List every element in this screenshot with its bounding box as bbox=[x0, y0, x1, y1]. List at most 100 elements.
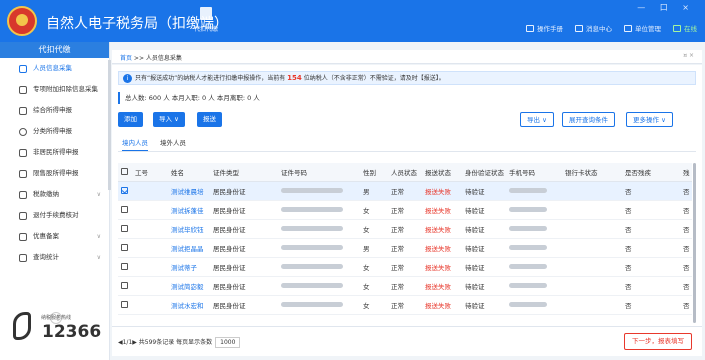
notice-count: 154 bbox=[287, 74, 302, 82]
app-header: 自然人电子税务局（扣缴端） 代扣代缴 — 口 × 操作手册 消息中心 单位管理 … bbox=[0, 0, 705, 42]
breadcrumb-home[interactable]: 首页 bbox=[120, 55, 132, 62]
row-phone-redacted bbox=[506, 257, 562, 277]
row-checkbox[interactable] bbox=[118, 295, 132, 315]
col-id-number[interactable]: 证件号码 bbox=[278, 163, 360, 182]
sidebar-scrollbar[interactable] bbox=[108, 60, 111, 190]
table-row[interactable]: 测试拒晶晶 居民身份证 男 正常 报送失败 待验证 否 否 bbox=[118, 238, 692, 258]
table-row[interactable]: 测试蒂子 居民身份证 女 正常 报送失败 待验证 否 否 bbox=[118, 257, 692, 277]
next-step-button[interactable]: 下一步，报表填写 bbox=[624, 333, 692, 350]
tab-domestic[interactable]: 境内人员 bbox=[122, 137, 148, 151]
row-name[interactable]: 测试毕欣钰 bbox=[168, 219, 210, 239]
grid-icon bbox=[19, 86, 27, 94]
col-person-status[interactable]: 人员状态 bbox=[388, 163, 422, 182]
sidebar-item-query-stats[interactable]: 查询统计 ∨ bbox=[0, 247, 109, 268]
online-status[interactable]: 在线 bbox=[673, 23, 697, 33]
table-row[interactable]: 测试水宏和 居民身份证 女 正常 报送失败 待验证 否 否 bbox=[118, 295, 692, 315]
table-row[interactable]: 测试毕欣钰 居民身份证 女 正常 报送失败 待验证 否 否 bbox=[118, 219, 692, 239]
table-row[interactable]: 测试维晨培 居民身份证 男 正常 报送失败 待验证 否 否 bbox=[118, 181, 692, 201]
row-phone-redacted bbox=[506, 295, 562, 315]
sidebar: 代扣代缴 人员信息采集 专项附加扣除信息采集 综合所得申报 分类所得申报 非居民… bbox=[0, 42, 110, 360]
sidebar-header: 代扣代缴 bbox=[0, 42, 109, 58]
sidebar-item-preferential-filing[interactable]: 优惠备案 ∨ bbox=[0, 226, 109, 247]
row-name[interactable]: 测试拒晶晶 bbox=[168, 238, 210, 258]
manual-button[interactable]: 操作手册 bbox=[526, 23, 563, 33]
row-id-type: 居民身份证 bbox=[210, 257, 278, 277]
row-person-status: 正常 bbox=[388, 238, 422, 258]
close-tab-icon[interactable]: ¤ × bbox=[683, 52, 694, 59]
window-controls[interactable]: — 口 × bbox=[637, 2, 695, 13]
col-id-type[interactable]: 证件类型 bbox=[210, 163, 278, 182]
col-gender[interactable]: 性别 bbox=[360, 163, 388, 182]
col-submit-status[interactable]: 报送状态 bbox=[422, 163, 462, 182]
sidebar-item-comprehensive-income[interactable]: 综合所得申报 bbox=[0, 100, 109, 121]
row-checkbox[interactable] bbox=[118, 219, 132, 239]
row-gender: 女 bbox=[360, 257, 388, 277]
row-checkbox[interactable] bbox=[118, 276, 132, 296]
messages-button[interactable]: 消息中心 bbox=[575, 23, 612, 33]
col-martyr[interactable]: 残 bbox=[680, 163, 692, 182]
col-bank-status[interactable]: 银行卡状态 bbox=[562, 163, 622, 182]
sidebar-item-refund-fee[interactable]: 退付手续费核对 bbox=[0, 205, 109, 226]
mail-icon bbox=[575, 24, 583, 32]
sidebar-item-restricted-stock[interactable]: 限售股所得申报 bbox=[0, 163, 109, 184]
row-name[interactable]: 测试维晨培 bbox=[168, 181, 210, 201]
col-verify-status[interactable]: 身份验证状态 bbox=[462, 163, 506, 182]
bar-chart-icon bbox=[19, 170, 27, 178]
col-phone[interactable]: 手机号码 bbox=[506, 163, 562, 182]
table-scrollbar[interactable] bbox=[693, 163, 696, 323]
import-button[interactable]: 导入 ∨ bbox=[153, 112, 185, 127]
open-query-button[interactable]: 展开查询条件 bbox=[562, 112, 615, 127]
row-id-number-redacted bbox=[278, 238, 360, 258]
unit-management-button[interactable]: 单位管理 bbox=[624, 23, 661, 33]
sidebar-item-special-deduction[interactable]: 专项附加扣除信息采集 bbox=[0, 79, 109, 100]
table-row[interactable]: 测试拆蓬佳 居民身份证 女 正常 报送失败 待验证 否 否 bbox=[118, 200, 692, 220]
export-button[interactable]: 导出 ∨ bbox=[520, 112, 554, 127]
row-gender: 男 bbox=[360, 181, 388, 201]
tab-withholding[interactable]: 代扣代缴 bbox=[186, 5, 226, 39]
select-all-checkbox[interactable] bbox=[118, 163, 132, 182]
info-icon: i bbox=[123, 74, 132, 83]
tab-overseas[interactable]: 境外人员 bbox=[160, 137, 186, 147]
row-name[interactable]: 测试蒂子 bbox=[168, 257, 210, 277]
add-button[interactable]: 添加 bbox=[118, 112, 143, 127]
table-row[interactable]: 测试简宓毅 居民身份证 女 正常 报送失败 待验证 否 否 bbox=[118, 276, 692, 296]
row-id-type: 居民身份证 bbox=[210, 238, 278, 258]
col-name[interactable]: 姓名 bbox=[168, 163, 210, 182]
row-phone-redacted bbox=[506, 238, 562, 258]
row-phone-redacted bbox=[506, 181, 562, 201]
row-martyr: 否 bbox=[680, 219, 692, 239]
user-icon bbox=[19, 149, 27, 157]
row-verify-status: 待验证 bbox=[462, 257, 506, 277]
clock-icon bbox=[19, 128, 27, 136]
phone-icon bbox=[13, 312, 31, 340]
row-id-type: 居民身份证 bbox=[210, 276, 278, 296]
col-disabled[interactable]: 是否残疾 bbox=[622, 163, 680, 182]
row-id-number-redacted bbox=[278, 219, 360, 239]
submit-button[interactable]: 报送 bbox=[197, 112, 222, 127]
row-martyr: 否 bbox=[680, 295, 692, 315]
row-checkbox[interactable] bbox=[118, 257, 132, 277]
sidebar-item-nonresident-income[interactable]: 非居民所得申报 bbox=[0, 142, 109, 163]
book-icon bbox=[526, 24, 534, 32]
page-size-select[interactable]: 1000 bbox=[215, 337, 241, 348]
person-icon bbox=[19, 65, 27, 73]
row-checkbox[interactable] bbox=[118, 181, 132, 201]
row-name[interactable]: 测试水宏和 bbox=[168, 295, 210, 315]
pagination[interactable]: ◀1/1▶ 共599条记录 每页显示条数 1000 bbox=[118, 337, 241, 348]
sidebar-item-classified-income[interactable]: 分类所得申报 bbox=[0, 121, 109, 142]
col-employee-id[interactable]: 工号 bbox=[132, 163, 168, 182]
row-submit-status: 报送失败 bbox=[422, 295, 462, 315]
sidebar-item-personnel-info[interactable]: 人员信息采集 bbox=[0, 58, 109, 79]
row-checkbox[interactable] bbox=[118, 238, 132, 258]
row-id-type: 居民身份证 bbox=[210, 181, 278, 201]
row-checkbox[interactable] bbox=[118, 200, 132, 220]
row-verify-status: 待验证 bbox=[462, 238, 506, 258]
row-name[interactable]: 测试拆蓬佳 bbox=[168, 200, 210, 220]
row-verify-status: 待验证 bbox=[462, 295, 506, 315]
row-name[interactable]: 测试简宓毅 bbox=[168, 276, 210, 296]
row-id-type: 居民身份证 bbox=[210, 295, 278, 315]
row-verify-status: 待验证 bbox=[462, 219, 506, 239]
sidebar-item-tax-payment[interactable]: 税款缴纳 ∨ bbox=[0, 184, 109, 205]
document-icon bbox=[200, 7, 212, 20]
more-actions-button[interactable]: 更多操作 ∨ bbox=[626, 112, 673, 127]
